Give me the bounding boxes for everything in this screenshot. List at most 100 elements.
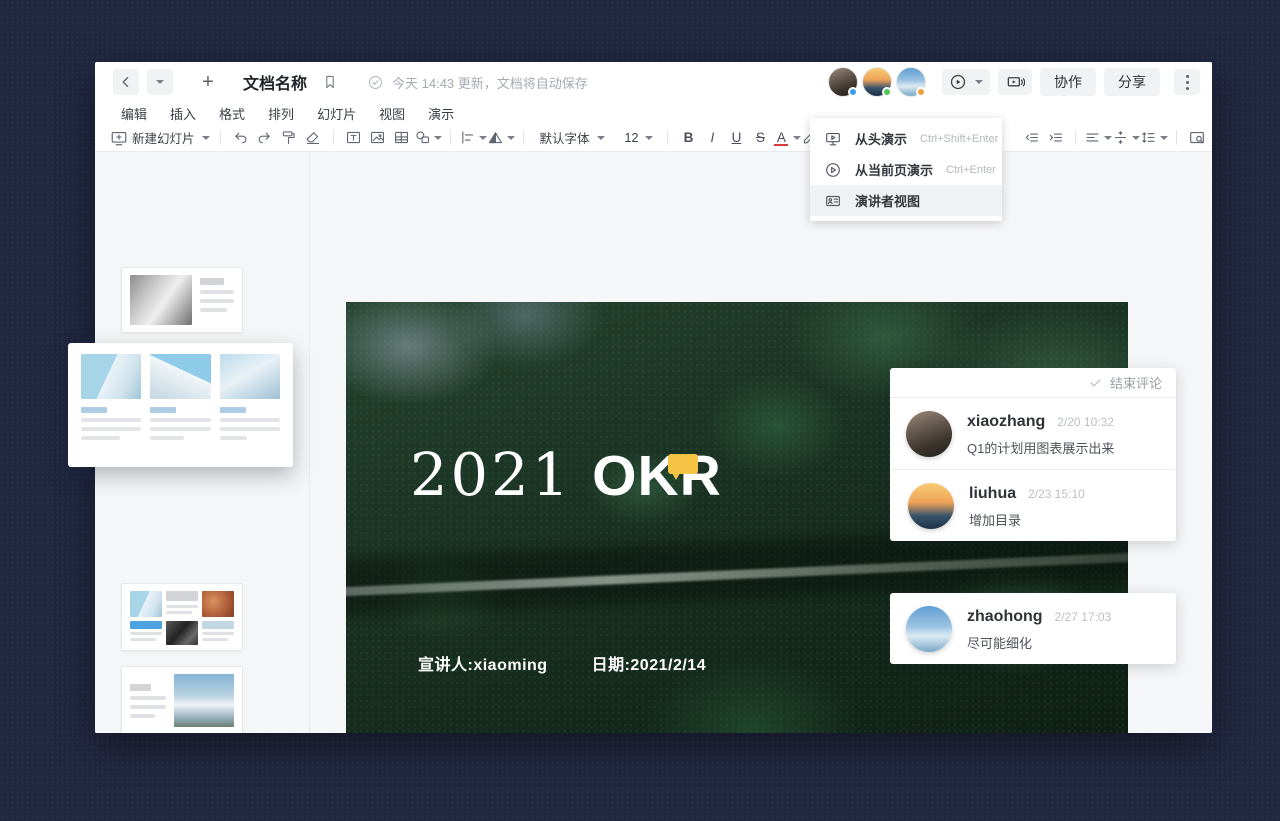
menubar: 编辑 插入 格式 排列 幻灯片 视图 演示	[95, 102, 1212, 124]
kebab-menu-icon	[1186, 75, 1189, 90]
caret-down-icon	[156, 80, 164, 84]
menu-format[interactable]: 格式	[219, 104, 245, 123]
chevron-left-icon	[118, 74, 134, 90]
online-status-dot-orange	[916, 87, 926, 97]
slide-date-text: 日期:2021/2/14	[592, 651, 707, 675]
bookmark-button[interactable]	[317, 69, 343, 95]
present-from-current-icon	[824, 161, 842, 179]
indent-increase-button[interactable]	[1043, 127, 1067, 149]
comment-thread[interactable]: liuhua 2/23 15:10 增加目录	[892, 469, 1174, 541]
line-spacing-icon	[1140, 129, 1157, 146]
font-size-value: 12	[625, 131, 639, 145]
align-objects-button[interactable]	[459, 127, 487, 149]
shape-style-button[interactable]	[487, 127, 515, 149]
share-button[interactable]: 分享	[1104, 68, 1160, 96]
comment-thread[interactable]: zhaohong 2/27 17:03 尽可能细化	[890, 593, 1176, 664]
format-painter-button[interactable]	[277, 127, 301, 149]
underline-button[interactable]: U	[724, 127, 748, 149]
collaborator-avatar-1[interactable]	[828, 67, 858, 97]
font-size-caret-icon	[645, 136, 653, 140]
strikethrough-label: S	[749, 130, 771, 145]
back-history-dropdown-button[interactable]	[147, 69, 173, 95]
present-from-start-icon	[824, 130, 842, 148]
menu-item-presenter-view[interactable]: 演讲者视图	[810, 185, 1002, 216]
comment-text: Q1的计划用图表展示出来	[967, 438, 1114, 457]
strikethrough-button[interactable]: S	[748, 127, 772, 149]
slide-thumbnail-1[interactable]	[121, 267, 243, 333]
menu-insert[interactable]: 插入	[170, 104, 196, 123]
undo-button[interactable]	[229, 127, 253, 149]
present-button[interactable]	[942, 69, 990, 95]
line-spacing-button[interactable]	[1140, 127, 1168, 149]
text-box-icon	[345, 129, 362, 146]
menu-item-present-from-current[interactable]: 从当前页演示 Ctrl+Enter	[810, 154, 1002, 185]
slide-thumbnail-4[interactable]	[121, 583, 243, 651]
layout-search-icon	[1188, 129, 1206, 147]
align-left-icon	[1084, 129, 1101, 146]
cast-presentation-button[interactable]	[998, 69, 1032, 95]
comment-thread[interactable]: xiaozhang 2/20 10:32 Q1的计划用图表展示出来	[890, 398, 1176, 469]
menu-slides[interactable]: 幻灯片	[317, 104, 356, 123]
slide-info-block[interactable]: 宣讲人:xiaoming 日期:2021/2/14	[418, 651, 706, 675]
collaborate-button[interactable]: 协作	[1040, 68, 1096, 96]
comment-panel: 结束评论 xiaozhang 2/20 10:32 Q1的计划用图表展示出来 l…	[890, 368, 1176, 541]
menu-view[interactable]: 视图	[379, 104, 405, 123]
eraser-button[interactable]	[301, 127, 325, 149]
shape-style-triangle-icon	[487, 129, 504, 146]
slide-layout-search-button[interactable]	[1185, 127, 1209, 149]
redo-button[interactable]	[253, 127, 277, 149]
slide-thumbnail-5[interactable]	[121, 666, 243, 733]
titlebar: + 文档名称 今天 14:43 更新，文档将自动保存	[95, 62, 1212, 102]
toolbar-separator	[1075, 130, 1076, 145]
font-color-caret-icon	[793, 136, 801, 140]
font-color-label: A	[772, 130, 790, 145]
present-options-caret-icon[interactable]	[975, 80, 983, 84]
font-family-select[interactable]: 默认字体	[532, 127, 609, 149]
collaborator-avatar-2[interactable]	[862, 67, 892, 97]
comment-time: 2/20 10:32	[1057, 415, 1114, 429]
back-button[interactable]	[113, 69, 139, 95]
font-color-button[interactable]: A	[772, 127, 801, 149]
insert-image-button[interactable]	[366, 127, 390, 149]
font-size-select[interactable]: 12	[615, 127, 660, 149]
menu-item-present-from-start[interactable]: 从头演示 Ctrl+Shift+Enter	[810, 123, 1002, 154]
more-options-button[interactable]	[1174, 69, 1200, 95]
collaborator-avatar-3[interactable]	[896, 67, 926, 97]
comment-text: 增加目录	[969, 510, 1085, 529]
indent-decrease-button[interactable]	[1019, 127, 1043, 149]
italic-button[interactable]: I	[700, 127, 724, 149]
font-family-value: 默认字体	[540, 128, 590, 147]
new-slide-icon	[110, 129, 128, 147]
commenter-avatar	[908, 483, 954, 529]
bold-button[interactable]: B	[676, 127, 700, 149]
insert-shape-button[interactable]	[414, 127, 442, 149]
menu-edit[interactable]: 编辑	[121, 104, 147, 123]
toolbar-separator	[523, 130, 524, 145]
insert-table-button[interactable]	[390, 127, 414, 149]
titlebar-right-actions: 协作 分享	[828, 67, 1200, 97]
new-slide-button[interactable]: 新建幻灯片	[108, 127, 212, 149]
autosave-status: 今天 14:43 更新，文档将自动保存	[367, 73, 588, 92]
comment-time: 2/23 15:10	[1028, 487, 1085, 501]
vertical-align-button[interactable]	[1112, 127, 1140, 149]
collaborator-avatars	[828, 67, 926, 97]
new-document-button[interactable]: +	[195, 69, 221, 95]
text-box-button[interactable]	[342, 127, 366, 149]
menu-arrange[interactable]: 排列	[268, 104, 294, 123]
indent-decrease-icon	[1023, 129, 1040, 146]
toolbar-separator	[450, 130, 451, 145]
toolbar-separator	[220, 130, 221, 145]
toolbar-separator	[1176, 130, 1177, 145]
resolve-comments-button[interactable]: 结束评论	[1110, 373, 1162, 392]
comment-marker-icon[interactable]	[668, 454, 698, 474]
slide-thumbnail-3-popped[interactable]	[68, 343, 293, 467]
cast-screen-icon	[1006, 73, 1025, 92]
paragraph-align-button[interactable]	[1084, 127, 1112, 149]
undo-icon	[232, 129, 249, 146]
new-slide-caret-icon	[202, 136, 210, 140]
autosave-status-text: 今天 14:43 更新，文档将自动保存	[392, 73, 588, 92]
commenter-name: xiaozhang	[967, 413, 1045, 431]
toolbar: 新建幻灯片	[95, 124, 1212, 152]
menu-present[interactable]: 演示	[428, 104, 454, 123]
online-status-dot-green	[882, 87, 892, 97]
